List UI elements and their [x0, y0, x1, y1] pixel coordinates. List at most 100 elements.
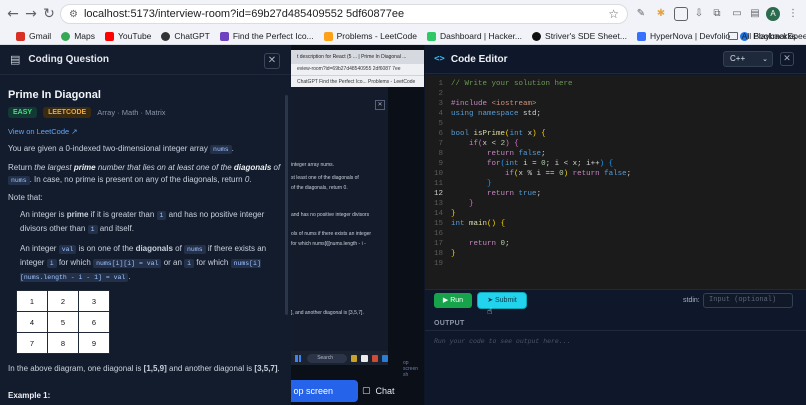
- panel-title: Coding Question: [28, 54, 109, 65]
- extension-download-icon[interactable]: ⇩: [692, 7, 706, 21]
- code-line[interactable]: 4 using namespace std;: [425, 109, 806, 119]
- view-on-leetcode-link[interactable]: View on LeetCode ↗: [8, 127, 283, 136]
- note-bullet-2: An integer val is on one of the diagonal…: [20, 244, 267, 282]
- browser-toolbar: ← → ↻ ⚙ localhost:5173/interview-room?id…: [0, 0, 806, 28]
- grid-cell: 9: [78, 332, 110, 354]
- code-text: #include <iostream>: [451, 100, 537, 108]
- close-editor-button[interactable]: ✕: [780, 52, 794, 66]
- bookmark-icons[interactable]: Find the Perfect Ico...: [219, 31, 314, 41]
- code-line[interactable]: 2: [425, 89, 806, 99]
- line-number: 2: [438, 90, 443, 98]
- reload-icon[interactable]: ↻: [40, 6, 58, 22]
- run-button[interactable]: ▶ Run: [434, 293, 472, 308]
- cast-icon[interactable]: ▤: [748, 7, 762, 21]
- line-number: 4: [438, 110, 443, 118]
- language-select[interactable]: C++ ⌄: [723, 51, 773, 67]
- forward-icon[interactable]: →: [22, 6, 40, 22]
- run-toolbar: ▶ Run ➤ Submit ☝ stdin: Input (optional): [425, 289, 806, 317]
- chat-icon: ▢: [362, 386, 371, 396]
- difficulty-badge: EASY: [8, 107, 38, 118]
- code-line[interactable]: 1 // Write your solution here: [425, 79, 806, 89]
- bookmark-star-icon[interactable]: ☆: [608, 7, 619, 21]
- code-line[interactable]: 17 return 0;: [425, 239, 806, 249]
- bookmark-chatgpt[interactable]: ChatGPT: [161, 31, 210, 41]
- extension-edit-icon[interactable]: ✎: [634, 7, 648, 21]
- stdin-input[interactable]: Input (optional): [703, 293, 793, 308]
- code-line[interactable]: 9 for(int i = 0; i < x; i++) {: [425, 159, 806, 169]
- code-line[interactable]: 14}: [425, 209, 806, 219]
- code-line[interactable]: 15 int main() {: [425, 219, 806, 229]
- taskbar-app-icon: [361, 354, 368, 362]
- code-text: if(x < 2) {: [469, 140, 519, 148]
- video-right-region: [388, 87, 424, 357]
- line-number: 10: [433, 170, 443, 178]
- line-number: 17: [433, 240, 443, 248]
- note-label: Note that:: [8, 193, 43, 202]
- all-bookmarks[interactable]: All Bookmarks: [727, 31, 796, 41]
- code-line[interactable]: 18}: [425, 249, 806, 259]
- bookmarks-bar: Gmail Maps YouTube ChatGPT Find the Perf…: [0, 28, 806, 45]
- code-line[interactable]: 8 return false;: [425, 149, 806, 159]
- code-text: int main() {: [451, 220, 506, 228]
- code-text: if(x % i == 0) return false;: [505, 170, 632, 178]
- back-icon[interactable]: ←: [4, 6, 22, 22]
- extension-dark-icon[interactable]: [674, 7, 688, 21]
- diagram-caption: In the above diagram, one diagonal is [1…: [8, 364, 280, 373]
- bookmark-devfolio[interactable]: HyperNova | Devfolio: [636, 31, 730, 41]
- extension-puzzle-icon[interactable]: ✱: [654, 7, 668, 21]
- code-line[interactable]: 7 if(x < 2) {: [425, 139, 806, 149]
- bookmark-maps[interactable]: Maps: [61, 31, 95, 41]
- address-bar[interactable]: ⚙ localhost:5173/interview-room?id=69b27…: [60, 4, 628, 24]
- question-panel: ▤ Coding Question ✕ Prime In Diagonal EA…: [0, 45, 291, 405]
- code-line[interactable]: 19: [425, 259, 806, 269]
- code-line[interactable]: 6 bool isPrime(int x) {: [425, 129, 806, 139]
- source-badge: LEETCODE: [43, 107, 92, 118]
- sidepanel-icon[interactable]: ▭: [730, 7, 744, 21]
- note-bullet-1: An integer is prime if it is greater tha…: [20, 210, 265, 234]
- code-line[interactable]: 5: [425, 119, 806, 129]
- line-number: 16: [433, 230, 443, 238]
- code-line[interactable]: 16: [425, 229, 806, 239]
- line-number: 8: [438, 150, 443, 158]
- video-partial-button: op screen sh: [403, 360, 419, 378]
- line-number: 5: [438, 120, 443, 128]
- code-text: for(int i = 0; i < x; i++) {: [487, 160, 614, 168]
- code-textarea[interactable]: 1 // Write your solution here 2 3 #include <…: [425, 75, 806, 289]
- line-number: 12: [433, 190, 443, 198]
- code-line[interactable]: 11 }: [425, 179, 806, 189]
- bookmark-hackerrank[interactable]: Dashboard | Hacker...: [426, 31, 522, 41]
- extensions-icon[interactable]: ⧉: [710, 7, 724, 21]
- submit-button[interactable]: ➤ Submit: [478, 293, 526, 308]
- menu-icon[interactable]: ⋮: [786, 7, 800, 21]
- code-line[interactable]: 13 }: [425, 199, 806, 209]
- output-label: OUTPUT: [434, 320, 465, 327]
- code-line[interactable]: 12 return true;: [425, 189, 806, 199]
- line-number: 18: [433, 250, 443, 258]
- line-number: 6: [438, 130, 443, 138]
- question-scrollbar[interactable]: [285, 95, 288, 315]
- code-editor-panel: <> Code Editor C++ ⌄ ✕ 1 // Write your sol…: [425, 45, 806, 405]
- code-brackets-icon: <>: [434, 54, 445, 64]
- profile-avatar[interactable]: A: [766, 7, 780, 21]
- video-text-line: and has no positive integer divisors: [291, 212, 370, 218]
- gmail-icon: [16, 31, 25, 41]
- maps-icon: [61, 31, 71, 41]
- code-line[interactable]: 10 if(x % i == 0) return false;: [425, 169, 806, 179]
- bookmark-youtube[interactable]: YouTube: [105, 31, 151, 41]
- site-info-icon[interactable]: ⚙: [69, 9, 78, 20]
- bookmark-leetcode[interactable]: Problems - LeetCode: [323, 31, 417, 41]
- problem-paragraph-1: You are given a 0-indexed two-dimensiona…: [8, 144, 234, 154]
- hackerrank-icon: [426, 31, 436, 41]
- line-number: 14: [433, 210, 443, 218]
- bookmark-striver[interactable]: Striver's SDE Sheet...: [532, 31, 627, 41]
- line-number: 9: [438, 160, 443, 168]
- mouse-cursor-icon: ☝: [487, 307, 493, 317]
- bookmark-gmail[interactable]: Gmail: [16, 31, 51, 41]
- code-line[interactable]: 3 #include <iostream>: [425, 99, 806, 109]
- stop-screen-share-button[interactable]: op screen share: [291, 380, 358, 402]
- devfolio-icon: [636, 31, 646, 41]
- chat-button[interactable]: ▢ Chat: [362, 380, 412, 402]
- code-text: bool isPrime(int x) {: [451, 130, 546, 138]
- video-taskbar: Search: [291, 351, 388, 365]
- close-question-button[interactable]: ✕: [264, 53, 280, 69]
